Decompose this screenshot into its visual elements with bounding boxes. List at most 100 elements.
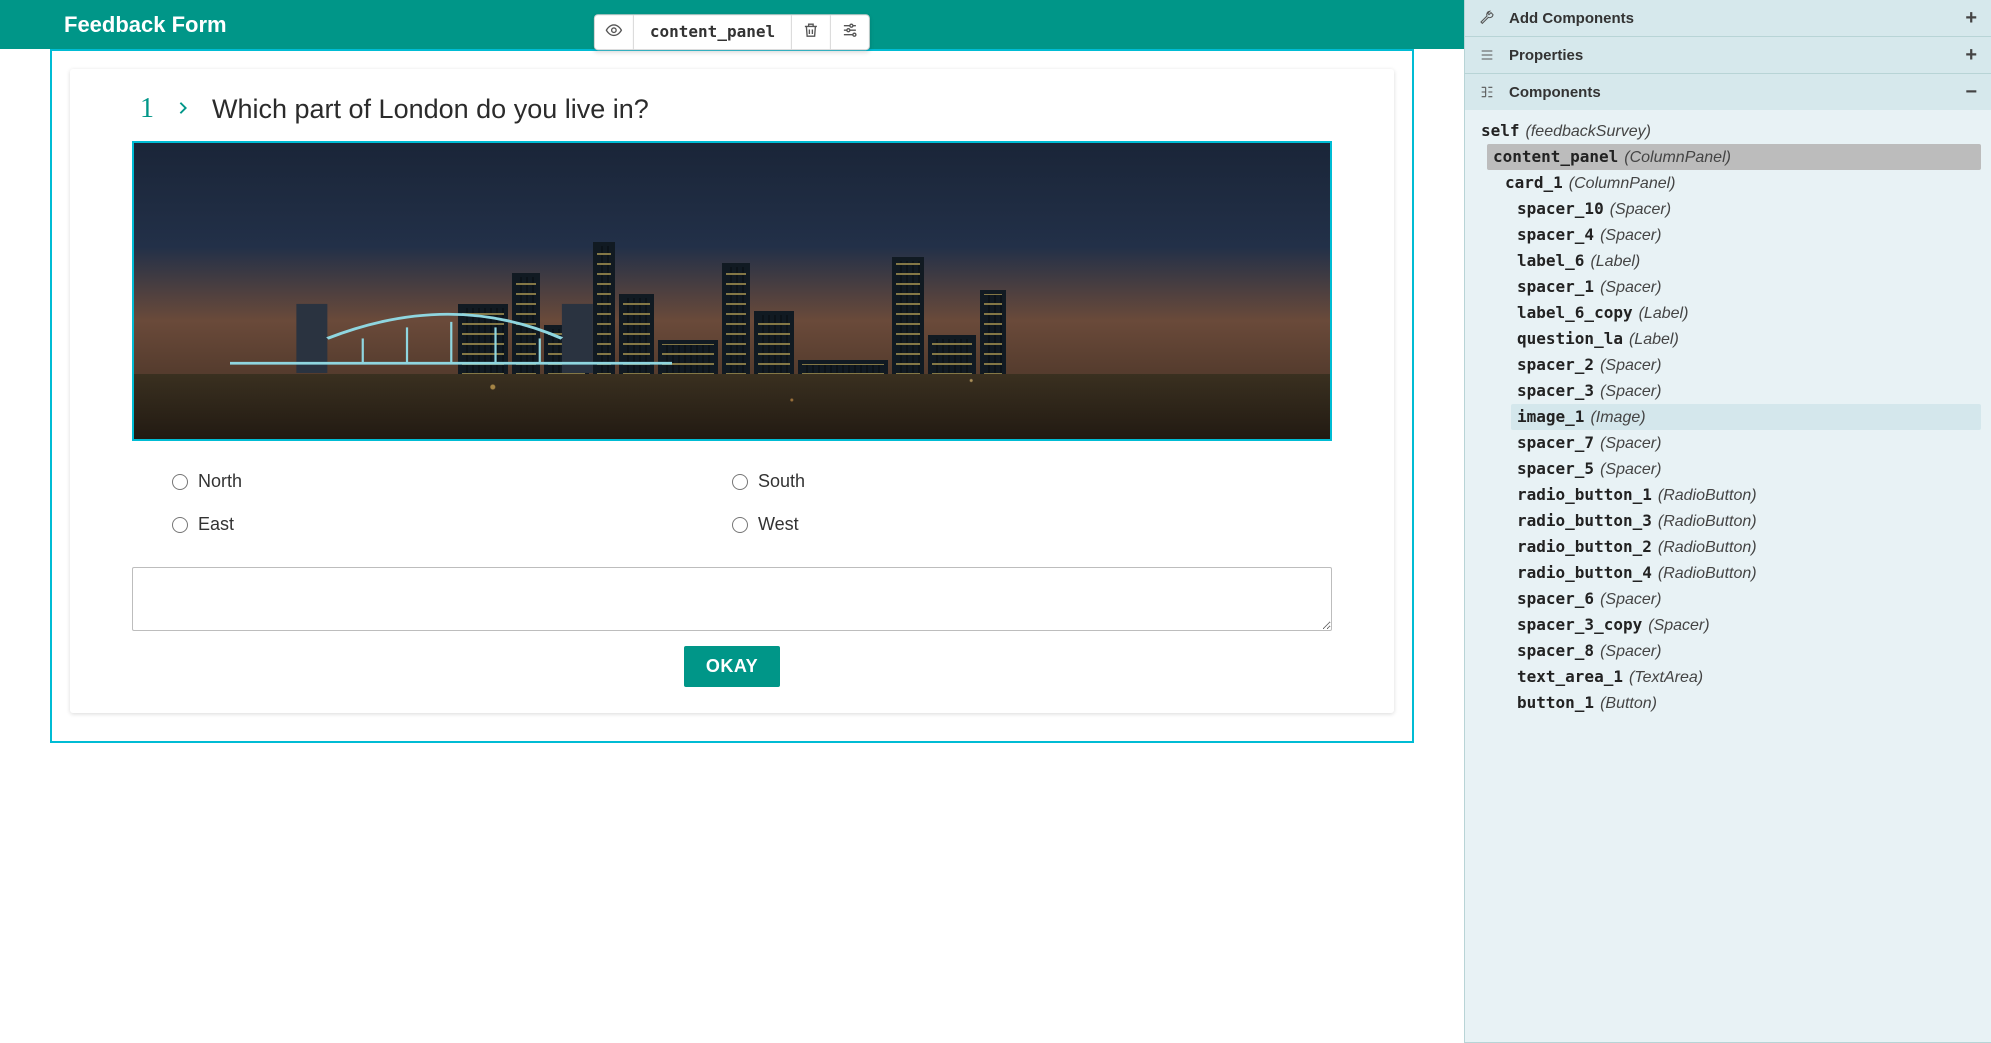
tree-node-type: (Spacer) [1610, 201, 1671, 219]
question-number: 1 [132, 93, 154, 125]
tree-node-name: image_1 [1517, 407, 1584, 426]
tree-node-spacer_10[interactable]: spacer_10 (Spacer) [1511, 196, 1981, 222]
trash-icon [802, 21, 820, 42]
section-title: Components [1509, 84, 1601, 101]
tree-icon [1479, 84, 1497, 100]
tree-node-type: (Spacer) [1600, 227, 1661, 245]
section-header-properties[interactable]: Properties + [1465, 37, 1991, 73]
app-header: Feedback Form content_panel [0, 0, 1464, 49]
tree-node-text_area_1[interactable]: text_area_1 (TextArea) [1511, 664, 1981, 690]
tree-node-type: (Spacer) [1600, 279, 1661, 297]
tree-node-type: (Spacer) [1600, 591, 1661, 609]
tree-node-spacer_5[interactable]: spacer_5 (Spacer) [1511, 456, 1981, 482]
okay-button[interactable]: OKAY [684, 646, 780, 687]
tree-node-radio_button_1[interactable]: radio_button_1 (RadioButton) [1511, 482, 1981, 508]
tree-node-button_1[interactable]: button_1(Button) [1511, 690, 1981, 716]
section-components: Components − self (feedbackSurvey) content… [1465, 74, 1991, 1043]
selected-component-name[interactable]: content_panel [634, 15, 792, 49]
sliders-icon [841, 21, 859, 42]
radio-label: North [198, 471, 242, 492]
tree-node-label_6_copy[interactable]: label_6_copy(Label) [1511, 300, 1981, 326]
tree-node-type: (TextArea) [1629, 669, 1703, 687]
plus-icon: + [1965, 8, 1977, 28]
tree-node-spacer_1[interactable]: spacer_1(Spacer) [1511, 274, 1981, 300]
list-icon [1479, 47, 1497, 63]
tree-node-type: (RadioButton) [1658, 487, 1757, 505]
tree-node-name: spacer_6 [1517, 589, 1594, 608]
image-component[interactable] [132, 141, 1332, 441]
tree-node-spacer_7[interactable]: spacer_7 (Spacer) [1511, 430, 1981, 456]
section-title: Add Components [1509, 10, 1634, 27]
tree-node-type: (Spacer) [1600, 435, 1661, 453]
tree-node-spacer_2[interactable]: spacer_2(Spacer) [1511, 352, 1981, 378]
tree-node-name: spacer_7 [1517, 433, 1594, 452]
radio-input[interactable] [172, 474, 188, 490]
tree-node-name: spacer_4 [1517, 225, 1594, 244]
question-text: Which part of London do you live in? [212, 94, 649, 125]
component-tree[interactable]: self (feedbackSurvey) content_panel(Column… [1465, 110, 1991, 1042]
tree-node-type: (RadioButton) [1658, 513, 1757, 531]
page-title: Feedback Form [64, 12, 227, 38]
settings-button[interactable] [831, 15, 869, 49]
delete-button[interactable] [792, 15, 831, 49]
design-canvas[interactable]: 1 Which part of London do you live in? [0, 49, 1464, 1043]
tree-node-name: card_1 [1505, 173, 1563, 192]
tree-node-type: (RadioButton) [1658, 565, 1757, 583]
section-add-components: Add Components + [1465, 0, 1991, 37]
tree-node-name: spacer_3_copy [1517, 615, 1642, 634]
radio-label: South [758, 471, 805, 492]
tree-node-type: (Spacer) [1648, 617, 1709, 635]
bridge-illustration [230, 297, 673, 380]
radio-label: East [198, 514, 234, 535]
tree-node-type: (ColumnPanel) [1624, 149, 1731, 167]
tree-node-name: radio_button_3 [1517, 511, 1652, 530]
tree-node-type: (Spacer) [1600, 383, 1661, 401]
tree-node-label_6[interactable]: label_6(Label) [1511, 248, 1981, 274]
section-header-components[interactable]: Components − [1465, 74, 1991, 110]
tree-node-type: (RadioButton) [1658, 539, 1757, 557]
tree-node-name: spacer_8 [1517, 641, 1594, 660]
comments-textarea[interactable] [132, 567, 1332, 631]
radio-input[interactable] [172, 517, 188, 533]
radio-input[interactable] [732, 474, 748, 490]
chevron-right-icon [176, 101, 190, 118]
tree-node-spacer_8[interactable]: spacer_8(Spacer) [1511, 638, 1981, 664]
tree-node-type: (Spacer) [1600, 461, 1661, 479]
radio-input[interactable] [732, 517, 748, 533]
tree-node-name: spacer_5 [1517, 459, 1594, 478]
tree-node-name: radio_button_1 [1517, 485, 1652, 504]
tree-node-radio_button_4[interactable]: radio_button_4(RadioButton) [1511, 560, 1981, 586]
content-panel-selection[interactable]: 1 Which part of London do you live in? [50, 49, 1414, 743]
component-toolbar: content_panel [594, 14, 870, 50]
tree-node-content_panel[interactable]: content_panel(ColumnPanel) [1487, 144, 1981, 170]
section-header-add-components[interactable]: Add Components + [1465, 0, 1991, 36]
radio-option-east[interactable]: East [172, 514, 732, 535]
tree-node-radio_button_3[interactable]: radio_button_3 (RadioButton) [1511, 508, 1981, 534]
tree-node-name: radio_button_2 [1517, 537, 1652, 556]
tree-node-card_1[interactable]: card_1(ColumnPanel) [1499, 170, 1981, 196]
radio-option-north[interactable]: North [172, 471, 732, 492]
tree-node-name: spacer_3 [1517, 381, 1594, 400]
radio-option-west[interactable]: West [732, 514, 1292, 535]
tree-node-spacer_3_copy[interactable]: spacer_3_copy (Spacer) [1511, 612, 1981, 638]
tree-node-name: label_6_copy [1517, 303, 1633, 322]
tree-node-spacer_6[interactable]: spacer_6 (Spacer) [1511, 586, 1981, 612]
tree-node-radio_button_2[interactable]: radio_button_2 (RadioButton) [1511, 534, 1981, 560]
tree-node-image_1[interactable]: image_1(Image) [1511, 404, 1981, 430]
tree-node-name: text_area_1 [1517, 667, 1623, 686]
radio-option-south[interactable]: South [732, 471, 1292, 492]
tree-node-type: (Label) [1629, 331, 1679, 349]
tree-node-type: (feedbackSurvey) [1526, 123, 1651, 141]
eye-icon [605, 21, 623, 42]
tree-node-spacer_3[interactable]: spacer_3 (Spacer) [1511, 378, 1981, 404]
tree-node-question_la[interactable]: question_la(Label) [1511, 326, 1981, 352]
tree-node-self[interactable]: self (feedbackSurvey) [1475, 118, 1981, 144]
tree-node-name: button_1 [1517, 693, 1594, 712]
tree-node-name: spacer_10 [1517, 199, 1604, 218]
visibility-toggle[interactable] [595, 15, 634, 49]
plus-icon: + [1965, 45, 1977, 65]
card[interactable]: 1 Which part of London do you live in? [70, 69, 1394, 713]
tree-node-name: self [1481, 121, 1520, 140]
tree-node-spacer_4[interactable]: spacer_4 (Spacer) [1511, 222, 1981, 248]
river-illustration [134, 374, 1330, 439]
